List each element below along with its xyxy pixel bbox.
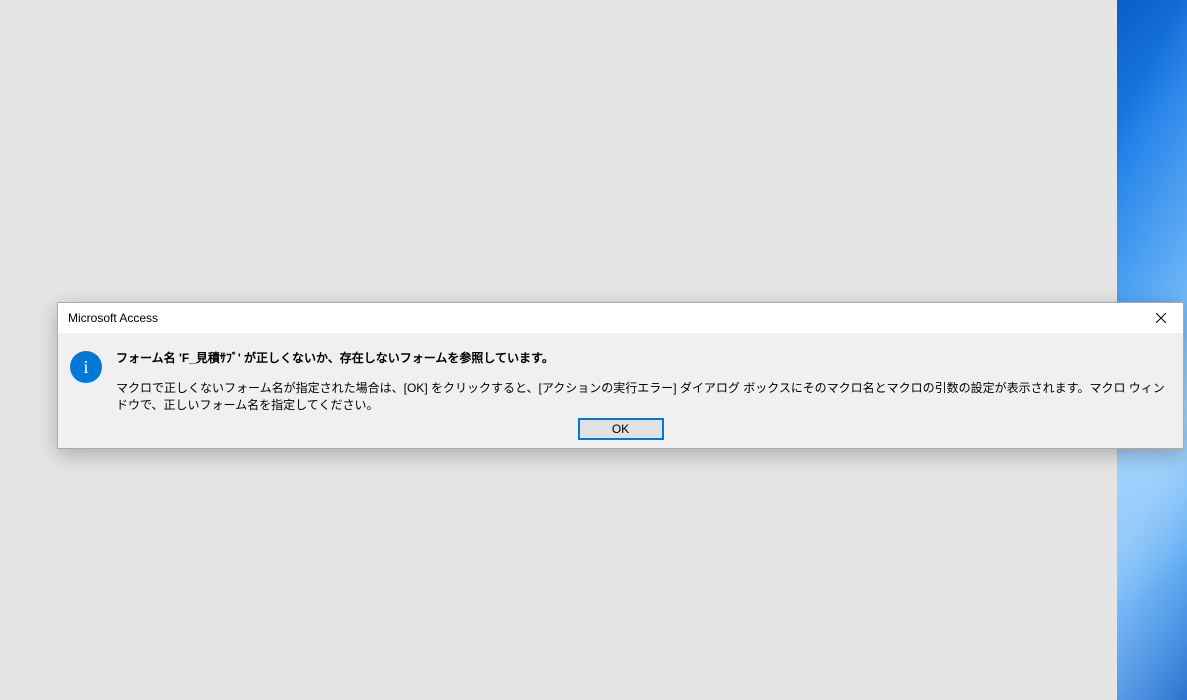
message-dialog: Microsoft Access i フォーム名 'F_見積ｻﾌﾞ' が正しくな…	[57, 302, 1184, 449]
dialog-title: Microsoft Access	[68, 311, 158, 325]
dialog-content-row: i フォーム名 'F_見積ｻﾌﾞ' が正しくないか、存在しないフォームを参照して…	[70, 345, 1171, 414]
close-icon	[1156, 313, 1166, 323]
ok-button[interactable]: OK	[578, 418, 664, 440]
info-icon: i	[70, 351, 102, 383]
message-column: フォーム名 'F_見積ｻﾌﾞ' が正しくないか、存在しないフォームを参照していま…	[116, 345, 1171, 414]
close-button[interactable]	[1138, 303, 1183, 333]
message-detail-text: マクロで正しくないフォーム名が指定された場合は、[OK] をクリックすると、[ア…	[116, 380, 1171, 414]
dialog-titlebar: Microsoft Access	[58, 303, 1183, 333]
message-main-text: フォーム名 'F_見積ｻﾌﾞ' が正しくないか、存在しないフォームを参照していま…	[116, 349, 1171, 366]
dialog-body: i フォーム名 'F_見積ｻﾌﾞ' が正しくないか、存在しないフォームを参照して…	[58, 333, 1183, 448]
button-row: OK	[70, 414, 1171, 440]
